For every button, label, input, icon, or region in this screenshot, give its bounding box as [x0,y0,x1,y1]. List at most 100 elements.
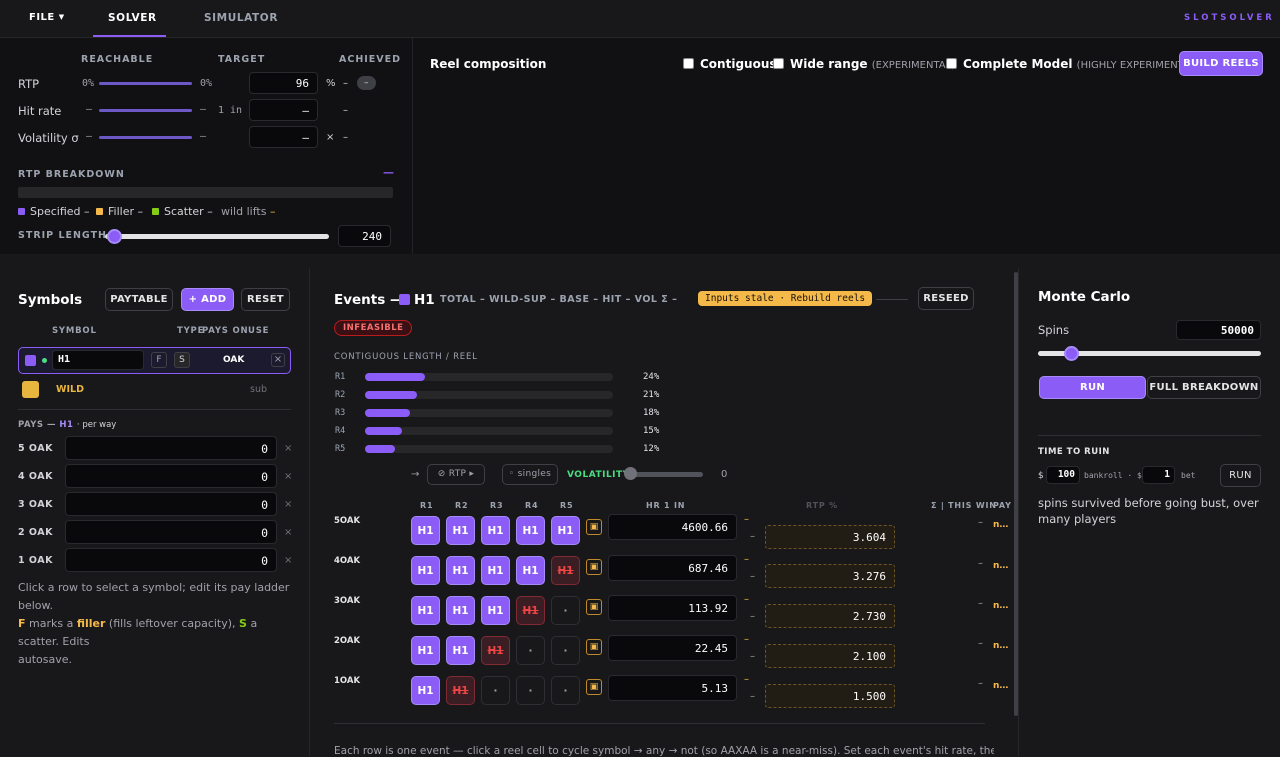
volatility-input[interactable]: – [249,126,318,148]
singles-toggle-button[interactable]: ◦ singles [502,464,558,485]
pay-input-4oak[interactable]: 0 [65,464,277,488]
reel-cell[interactable]: H1 [411,676,440,705]
pay-label-3oak: 3 OAK [18,499,53,510]
add-symbol-button[interactable]: + ADD [181,288,234,311]
full-breakdown-button[interactable]: FULL BREAKDOWN [1147,376,1261,399]
build-reels-button[interactable]: BUILD REELS [1179,51,1263,76]
reel-cell[interactable]: H1 [516,596,545,625]
lock-icon[interactable]: ▣ [586,599,602,615]
pay-clear-icon[interactable]: × [284,443,292,454]
spins-input[interactable]: 50000 [1176,320,1261,340]
pay-clear-icon[interactable]: × [284,527,292,538]
pay-clear-icon[interactable]: × [284,471,292,482]
reel-cell[interactable]: H1 [516,556,545,585]
h1-pays-on[interactable]: OAK [223,355,244,365]
reel-cell[interactable]: H1 [411,516,440,545]
reel-cell[interactable]: H1 [446,636,475,665]
hit-rate-input[interactable]: 4600.66 [608,514,737,540]
pay-input-3oak[interactable]: 0 [65,492,277,516]
reel-cell[interactable]: · [551,676,580,705]
run-button[interactable]: RUN [1039,376,1146,399]
volatility-thumb[interactable] [624,467,637,480]
h1-name-input[interactable]: H1 [52,350,144,370]
reel-cell[interactable]: H1 [411,556,440,585]
sum-this-win: – [978,598,983,609]
lock-icon[interactable]: ▣ [586,519,602,535]
reel-cell[interactable]: H1 [446,516,475,545]
lock-icon[interactable]: ▣ [586,639,602,655]
scatter-toggle[interactable]: S [174,352,190,368]
hit-rate-input[interactable]: 22.45 [608,635,737,661]
h1-color-swatch[interactable] [25,355,36,366]
reel-cell[interactable]: · [551,596,580,625]
contiguous-checkbox[interactable] [683,58,694,69]
targets-panel [0,38,412,254]
reel-cell[interactable]: · [551,636,580,665]
lock-icon[interactable]: ▣ [586,679,602,695]
pay-input-1oak[interactable]: 0 [65,548,277,572]
rtp-value-box[interactable]: 1.500 [765,684,895,708]
remove-symbol-icon[interactable]: × [271,353,285,367]
reel-cell[interactable]: H1 [481,596,510,625]
breakdown-toggle[interactable]: — [383,166,394,179]
hit-rate-input[interactable]: 5.13 [608,675,737,701]
wide-range-option[interactable]: Wide range (EXPERIMENTAL) [773,57,955,71]
reel-pct: 15% [643,426,660,436]
rtp-value-box[interactable]: 2.100 [765,644,895,668]
reel-pct: 12% [643,444,660,454]
reel-cell[interactable]: H1 [411,636,440,665]
hit-rate-input[interactable]: – [249,99,318,121]
rtp-label: RTP [18,77,40,91]
bankroll-input[interactable]: 100 [1046,466,1080,484]
complete-model-checkbox[interactable] [946,58,957,69]
reel-cell[interactable]: H1 [551,516,580,545]
reel-cell[interactable]: H1 [481,556,510,585]
tab-simulator[interactable]: SIMULATOR [204,12,278,24]
vol-unit: × [326,132,335,143]
reel-cell[interactable]: H1 [446,556,475,585]
reel-cell[interactable]: H1 [446,596,475,625]
rtp-value-box[interactable]: 2.730 [765,604,895,628]
hit-rate-input[interactable]: 687.46 [608,555,737,581]
filler-toggle[interactable]: F [151,352,167,368]
pay-input-2oak[interactable]: 0 [65,520,277,544]
reset-button[interactable]: RESET [241,288,290,311]
tab-solver[interactable]: SOLVER [108,12,157,24]
scrollbar[interactable] [1014,272,1018,716]
reel-cell[interactable]: H1 [551,556,580,585]
volatility-slider[interactable] [630,472,703,477]
reel-cell[interactable]: H1 [481,636,510,665]
contiguous-option[interactable]: Contiguous [683,57,777,71]
pay-clear-icon[interactable]: × [284,499,292,510]
complete-model-option[interactable]: Complete Model (HIGHLY EXPERIMENTAL) [946,57,1199,71]
rtp-value-box[interactable]: 3.604 [765,525,895,549]
reel-cell[interactable]: H1 [481,516,510,545]
strip-length-slider[interactable] [105,234,329,239]
paytable-button[interactable]: PAYTABLE [105,288,173,311]
reseed-button[interactable]: RESEED [918,287,974,310]
reel-cell[interactable]: H1 [446,676,475,705]
strip-length-input[interactable]: 240 [338,225,391,247]
rtp-value-box[interactable]: 3.276 [765,564,895,588]
reel-cell[interactable]: · [516,636,545,665]
wild-color-swatch[interactable] [22,381,39,398]
hit-rate-input[interactable]: 113.92 [608,595,737,621]
pays-title-text: PAYS — [18,420,56,430]
reel-cell[interactable]: · [481,676,510,705]
reel-cell[interactable]: H1 [516,516,545,545]
reel-cell[interactable]: H1 [411,596,440,625]
rtp-reach-lo: 0% [82,78,95,89]
rtp-toggle-button[interactable]: ⊘ RTP ▸ [427,464,485,485]
file-menu[interactable]: FILE ▼ [29,12,65,23]
col-r3: R3 [490,501,504,510]
lock-icon[interactable]: ▣ [586,559,602,575]
rtp-target-input[interactable]: 96 [249,72,318,94]
wild-name[interactable]: WILD [56,384,84,395]
wide-range-checkbox[interactable] [773,58,784,69]
pay-input-5oak[interactable]: 0 [65,436,277,460]
bet-input[interactable]: 1 [1142,466,1175,484]
reel-cell[interactable]: · [516,676,545,705]
run-ruin-button[interactable]: RUN [1220,464,1261,487]
rtp-dash: – [750,611,755,622]
pay-clear-icon[interactable]: × [284,555,292,566]
